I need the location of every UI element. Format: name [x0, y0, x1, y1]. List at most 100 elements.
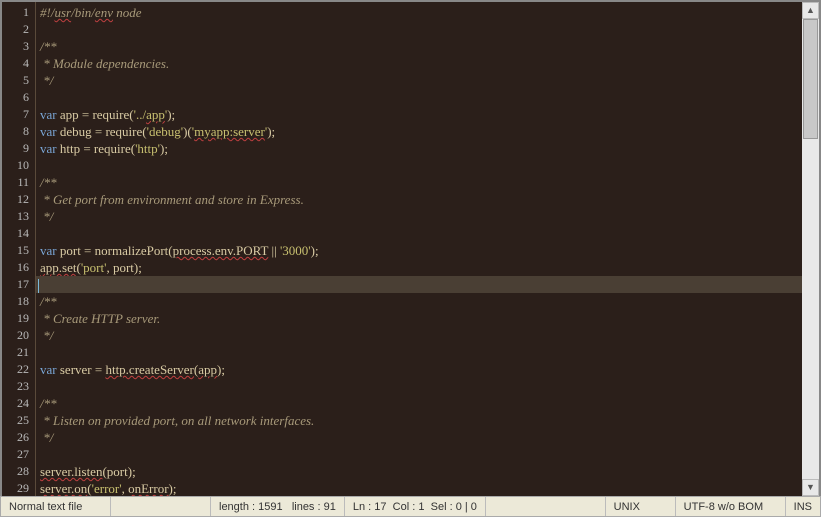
line-number: 14	[2, 225, 35, 242]
code-line[interactable]: /**	[36, 174, 802, 191]
code-token: process.env.PORT	[173, 243, 269, 258]
code-token: app	[146, 107, 165, 122]
scroll-thumb[interactable]	[803, 19, 818, 139]
code-token: app.set	[40, 260, 76, 275]
code-token: port = normalizePort(	[57, 243, 173, 258]
line-number: 4	[2, 55, 35, 72]
line-number: 23	[2, 378, 35, 395]
code-token: env	[95, 5, 113, 20]
code-line[interactable]: */	[36, 208, 802, 225]
line-number: 24	[2, 395, 35, 412]
code-token: myapp:server	[194, 124, 265, 139]
code-line[interactable]: var server = http.createServer(app);	[36, 361, 802, 378]
code-line[interactable]: server.on('error', onError);	[36, 480, 802, 496]
line-number: 2	[2, 21, 35, 38]
code-line[interactable]: */	[36, 327, 802, 344]
code-token: '3000'	[280, 243, 311, 258]
status-encoding: UTF-8 w/o BOM	[676, 497, 786, 516]
status-filetype: Normal text file	[1, 497, 111, 516]
code-token: debug = require(	[57, 124, 147, 139]
line-number: 1	[2, 4, 35, 21]
line-number: 19	[2, 310, 35, 327]
status-length-label: length :	[219, 501, 255, 513]
code-token: server.listen	[40, 464, 102, 479]
code-token: );	[169, 481, 177, 496]
line-number: 26	[2, 429, 35, 446]
code-token: var	[40, 243, 57, 258]
code-line[interactable]: var port = normalizePort(process.env.POR…	[36, 242, 802, 259]
scroll-down-button[interactable]: ▼	[802, 479, 819, 496]
line-number: 15	[2, 242, 35, 259]
code-token: node	[113, 5, 142, 20]
status-lines-value: 91	[324, 501, 336, 513]
code-line[interactable]: * Listen on provided port, on all networ…	[36, 412, 802, 429]
line-number: 12	[2, 191, 35, 208]
code-token: * Module dependencies.	[40, 56, 169, 71]
code-token: */	[40, 328, 53, 343]
code-token: /**	[40, 39, 57, 54]
line-number: 3	[2, 38, 35, 55]
status-length-value: 1591	[258, 501, 282, 513]
code-token: * Create HTTP server.	[40, 311, 160, 326]
line-number: 17	[2, 276, 35, 293]
code-token: */	[40, 430, 53, 445]
code-token: var	[40, 124, 57, 139]
code-token: app	[198, 362, 217, 377]
code-line[interactable]: */	[36, 72, 802, 89]
code-line[interactable]: /**	[36, 395, 802, 412]
status-sel-value: 0 | 0	[456, 501, 477, 513]
status-length: length : 1591 lines : 91	[211, 497, 345, 516]
code-line[interactable]	[36, 157, 802, 174]
code-line[interactable]	[36, 344, 802, 361]
status-eol: UNIX	[606, 497, 676, 516]
vertical-scrollbar[interactable]: ▲ ▼	[802, 2, 819, 496]
code-line[interactable]: server.listen(port);	[36, 463, 802, 480]
code-area[interactable]: #!/usr/bin/env node /** * Module dependen…	[36, 2, 802, 496]
code-token: 'error'	[92, 481, 122, 496]
code-line[interactable]: var app = require('../app');	[36, 106, 802, 123]
code-token: http.createServer	[105, 362, 193, 377]
code-line[interactable]	[36, 378, 802, 395]
code-token: #!/	[40, 5, 54, 20]
status-lines-label: lines :	[292, 501, 321, 513]
scroll-track[interactable]	[802, 19, 819, 479]
code-token: onError	[128, 481, 168, 496]
code-token: );	[167, 107, 175, 122]
editor-area: 1234567891011121314151617181920212223242…	[0, 0, 821, 496]
status-spacer	[486, 497, 606, 516]
code-token: server =	[57, 362, 106, 377]
code-line[interactable]: #!/usr/bin/env node	[36, 4, 802, 21]
line-number: 25	[2, 412, 35, 429]
code-line[interactable]: /**	[36, 38, 802, 55]
code-token: /**	[40, 396, 57, 411]
code-line[interactable]	[36, 225, 802, 242]
code-line[interactable]	[36, 21, 802, 38]
code-line[interactable]: /**	[36, 293, 802, 310]
code-line[interactable]: */	[36, 429, 802, 446]
code-token: 'debug'	[147, 124, 183, 139]
code-line[interactable]	[36, 89, 802, 106]
code-token: /**	[40, 294, 57, 309]
code-token: 'http'	[135, 141, 160, 156]
status-ln-value: 17	[374, 501, 386, 513]
line-number: 29	[2, 480, 35, 496]
code-token: );	[267, 124, 275, 139]
code-token: usr	[54, 5, 71, 20]
code-line[interactable]: var http = require('http');	[36, 140, 802, 157]
code-line[interactable]: * Module dependencies.	[36, 55, 802, 72]
code-line[interactable]: * Get port from environment and store in…	[36, 191, 802, 208]
scroll-up-button[interactable]: ▲	[802, 2, 819, 19]
line-number: 28	[2, 463, 35, 480]
code-line[interactable]: * Create HTTP server.	[36, 310, 802, 327]
line-number: 9	[2, 140, 35, 157]
line-number-gutter: 1234567891011121314151617181920212223242…	[2, 2, 36, 496]
code-line[interactable]	[36, 276, 802, 293]
code-token: );	[311, 243, 319, 258]
code-token: * Get port from environment and store in…	[40, 192, 304, 207]
code-line[interactable]	[36, 446, 802, 463]
code-line[interactable]: app.set('port', port);	[36, 259, 802, 276]
code-token: );	[160, 141, 168, 156]
status-insert-mode: INS	[786, 497, 820, 516]
code-line[interactable]: var debug = require('debug')('myapp:serv…	[36, 123, 802, 140]
status-col-value: 1	[418, 501, 424, 513]
